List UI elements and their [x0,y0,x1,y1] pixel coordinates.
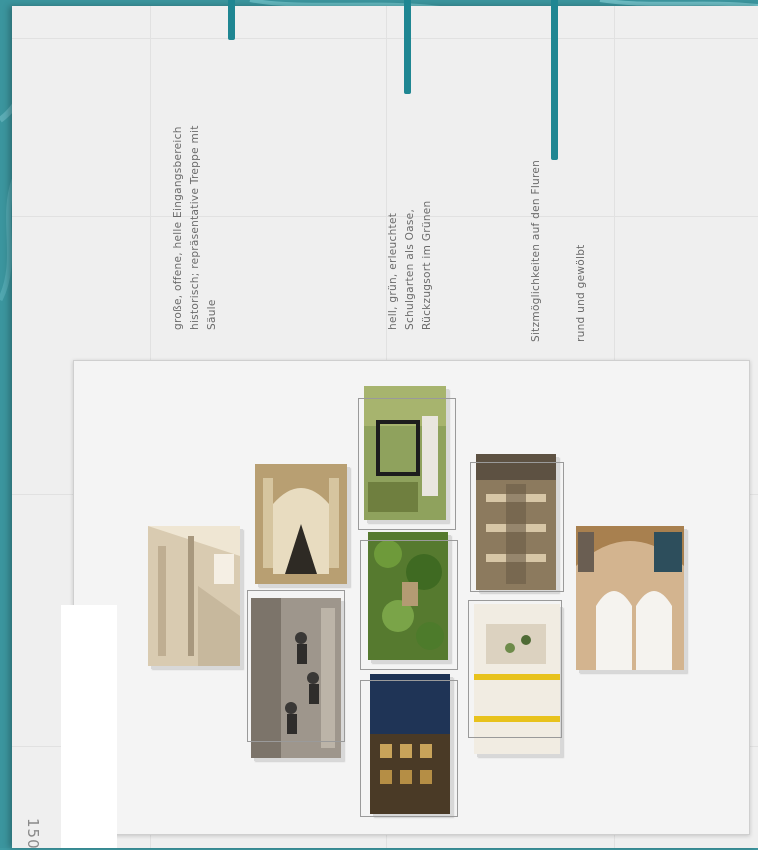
annotation-line: hell, grün, erleuchtet [387,212,399,330]
annotation-line: Säule [206,299,218,330]
annotation-arches: rund und gewölbt [573,244,590,342]
photo-frame [247,590,345,742]
entrance-hall-photo [148,526,240,666]
photo-frame [468,600,562,738]
annotation-line: Schulgarten als Oase, [404,208,416,330]
annotation-line: rund und gewölbt [575,244,587,342]
blank-overlay [61,605,117,848]
annotation-line: historisch; repräsentative Treppe mit [189,125,201,330]
annotation-line: große, offene, helle Eingangsbereich [172,126,184,330]
photo-frame [470,462,564,592]
photo-frame [360,540,458,670]
annotation-line: Rückzugsort im Grünen [421,200,433,331]
leader-line-2 [404,0,411,94]
photo-frame [360,680,458,817]
leader-line-1 [228,0,235,40]
page-number: 150 [24,818,42,850]
photo-frame [358,398,456,530]
arched-staircase-photo [255,464,347,584]
annotation-line: Sitzmöglichkeiten auf den Fluren [530,159,542,342]
annotation-garden: hell, grün, erleuchtet Schulgarten als O… [385,201,436,331]
round-arches-photo [576,526,684,670]
annotation-entrance: große, offene, helle Eingangsbereich his… [170,125,221,330]
leader-line-3 [551,0,558,160]
annotation-seating: Sitzmöglichkeiten auf den Fluren [528,160,545,342]
